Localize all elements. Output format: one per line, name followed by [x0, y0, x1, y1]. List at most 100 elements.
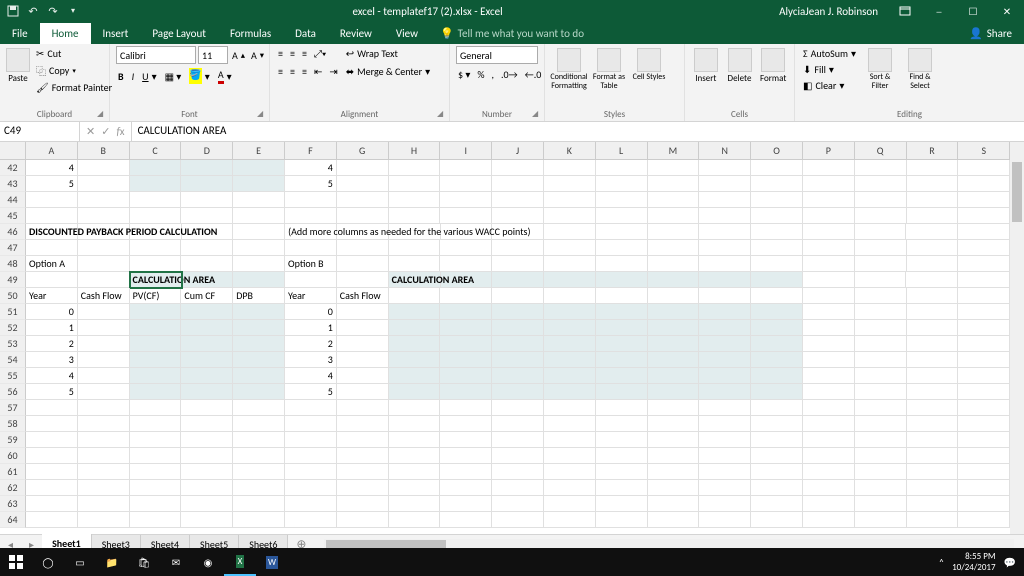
row-header-64[interactable]: 64	[0, 512, 26, 528]
cell-O52[interactable]	[751, 320, 803, 336]
cell-N48[interactable]	[699, 256, 751, 272]
cell-F44[interactable]	[285, 192, 337, 208]
cell-E48[interactable]	[233, 256, 285, 272]
number-format[interactable]: General	[456, 46, 538, 64]
cell-C54[interactable]	[130, 352, 182, 368]
cell-M42[interactable]	[648, 160, 700, 176]
row-header-51[interactable]: 51	[0, 304, 26, 320]
cell-K48[interactable]	[544, 256, 596, 272]
font-name[interactable]: Calibri	[116, 46, 196, 64]
cell-G45[interactable]	[337, 208, 389, 224]
cell-F51[interactable]: 0	[285, 304, 337, 320]
cell-Q57[interactable]	[855, 400, 907, 416]
cell-L47[interactable]	[596, 240, 648, 256]
maximize-button[interactable]: ☐	[956, 0, 990, 22]
formula-bar[interactable]: CALCULATION AREA	[132, 122, 1024, 141]
cell-A43[interactable]: 5	[26, 176, 78, 192]
row-header-57[interactable]: 57	[0, 400, 26, 416]
cell-K43[interactable]	[544, 176, 596, 192]
row-header-61[interactable]: 61	[0, 464, 26, 480]
cell-J52[interactable]	[492, 320, 544, 336]
start-button[interactable]	[0, 548, 32, 576]
cell-G44[interactable]	[337, 192, 389, 208]
cell-H45[interactable]	[389, 208, 441, 224]
cell-G52[interactable]	[337, 320, 389, 336]
cell-M44[interactable]	[648, 192, 700, 208]
cell-J49[interactable]	[492, 272, 544, 288]
cell-B55[interactable]	[78, 368, 130, 384]
underline-button[interactable]: U ▾	[140, 67, 158, 85]
clear-button[interactable]: ◧Clear▾	[801, 78, 858, 93]
cell-N50[interactable]	[699, 288, 751, 304]
cell-K46[interactable]	[544, 224, 596, 240]
cell-R63[interactable]	[907, 496, 959, 512]
cell-E61[interactable]	[233, 464, 285, 480]
cell-E57[interactable]	[233, 400, 285, 416]
cell-C55[interactable]	[130, 368, 182, 384]
cell-J56[interactable]	[492, 384, 544, 400]
cell-S59[interactable]	[958, 432, 1010, 448]
cell-R55[interactable]	[907, 368, 959, 384]
cell-K53[interactable]	[544, 336, 596, 352]
cell-R57[interactable]	[907, 400, 959, 416]
cell-L63[interactable]	[596, 496, 648, 512]
cell-D55[interactable]	[181, 368, 233, 384]
cell-F61[interactable]	[285, 464, 337, 480]
cell-N55[interactable]	[699, 368, 751, 384]
cell-N59[interactable]	[699, 432, 751, 448]
cell-G48[interactable]	[337, 256, 389, 272]
insert-cells-button[interactable]: Insert	[691, 46, 721, 84]
cell-R46[interactable]	[906, 224, 958, 240]
cell-D43[interactable]	[181, 176, 233, 192]
cell-A45[interactable]	[26, 208, 78, 224]
cell-C45[interactable]	[130, 208, 182, 224]
cell-Q46[interactable]	[855, 224, 907, 240]
cell-L44[interactable]	[596, 192, 648, 208]
cell-S47[interactable]	[958, 240, 1010, 256]
cell-J48[interactable]	[492, 256, 544, 272]
cell-M56[interactable]	[648, 384, 700, 400]
cell-L42[interactable]	[596, 160, 648, 176]
col-header-I[interactable]: I	[440, 142, 492, 160]
cell-P62[interactable]	[803, 480, 855, 496]
row-header-53[interactable]: 53	[0, 336, 26, 352]
italic-button[interactable]: I	[130, 67, 137, 85]
cell-N61[interactable]	[699, 464, 751, 480]
cell-Q61[interactable]	[855, 464, 907, 480]
align-bottom-button[interactable]: ≡	[300, 46, 309, 61]
cell-S48[interactable]	[958, 256, 1010, 272]
cell-P44[interactable]	[803, 192, 855, 208]
row-header-56[interactable]: 56	[0, 384, 26, 400]
cell-D64[interactable]	[181, 512, 233, 528]
cell-E46[interactable]	[233, 224, 285, 240]
cell-H47[interactable]	[389, 240, 441, 256]
cell-Q56[interactable]	[855, 384, 907, 400]
row-header-60[interactable]: 60	[0, 448, 26, 464]
cell-H63[interactable]	[389, 496, 441, 512]
cell-R48[interactable]	[907, 256, 959, 272]
col-header-P[interactable]: P	[803, 142, 855, 160]
cell-G49[interactable]	[337, 272, 389, 288]
cell-Q45[interactable]	[855, 208, 907, 224]
cell-I44[interactable]	[440, 192, 492, 208]
cell-F59[interactable]	[285, 432, 337, 448]
bold-button[interactable]: B	[116, 67, 126, 85]
cell-J47[interactable]	[492, 240, 544, 256]
cell-G54[interactable]	[337, 352, 389, 368]
store-icon[interactable]: 🛍	[128, 548, 160, 576]
cell-H51[interactable]	[389, 304, 441, 320]
cell-I42[interactable]	[440, 160, 492, 176]
word-taskbar-icon[interactable]: W	[256, 548, 288, 576]
col-header-O[interactable]: O	[751, 142, 803, 160]
align-left-button[interactable]: ≡	[276, 64, 285, 79]
cell-S62[interactable]	[958, 480, 1010, 496]
row-header-54[interactable]: 54	[0, 352, 26, 368]
cell-D48[interactable]	[181, 256, 233, 272]
accounting-button[interactable]: $ ▾	[456, 67, 472, 82]
cell-P43[interactable]	[803, 176, 855, 192]
cell-I53[interactable]	[440, 336, 492, 352]
row-header-45[interactable]: 45	[0, 208, 26, 224]
col-header-B[interactable]: B	[78, 142, 130, 160]
cell-C47[interactable]	[130, 240, 182, 256]
cell-F42[interactable]: 4	[285, 160, 337, 176]
